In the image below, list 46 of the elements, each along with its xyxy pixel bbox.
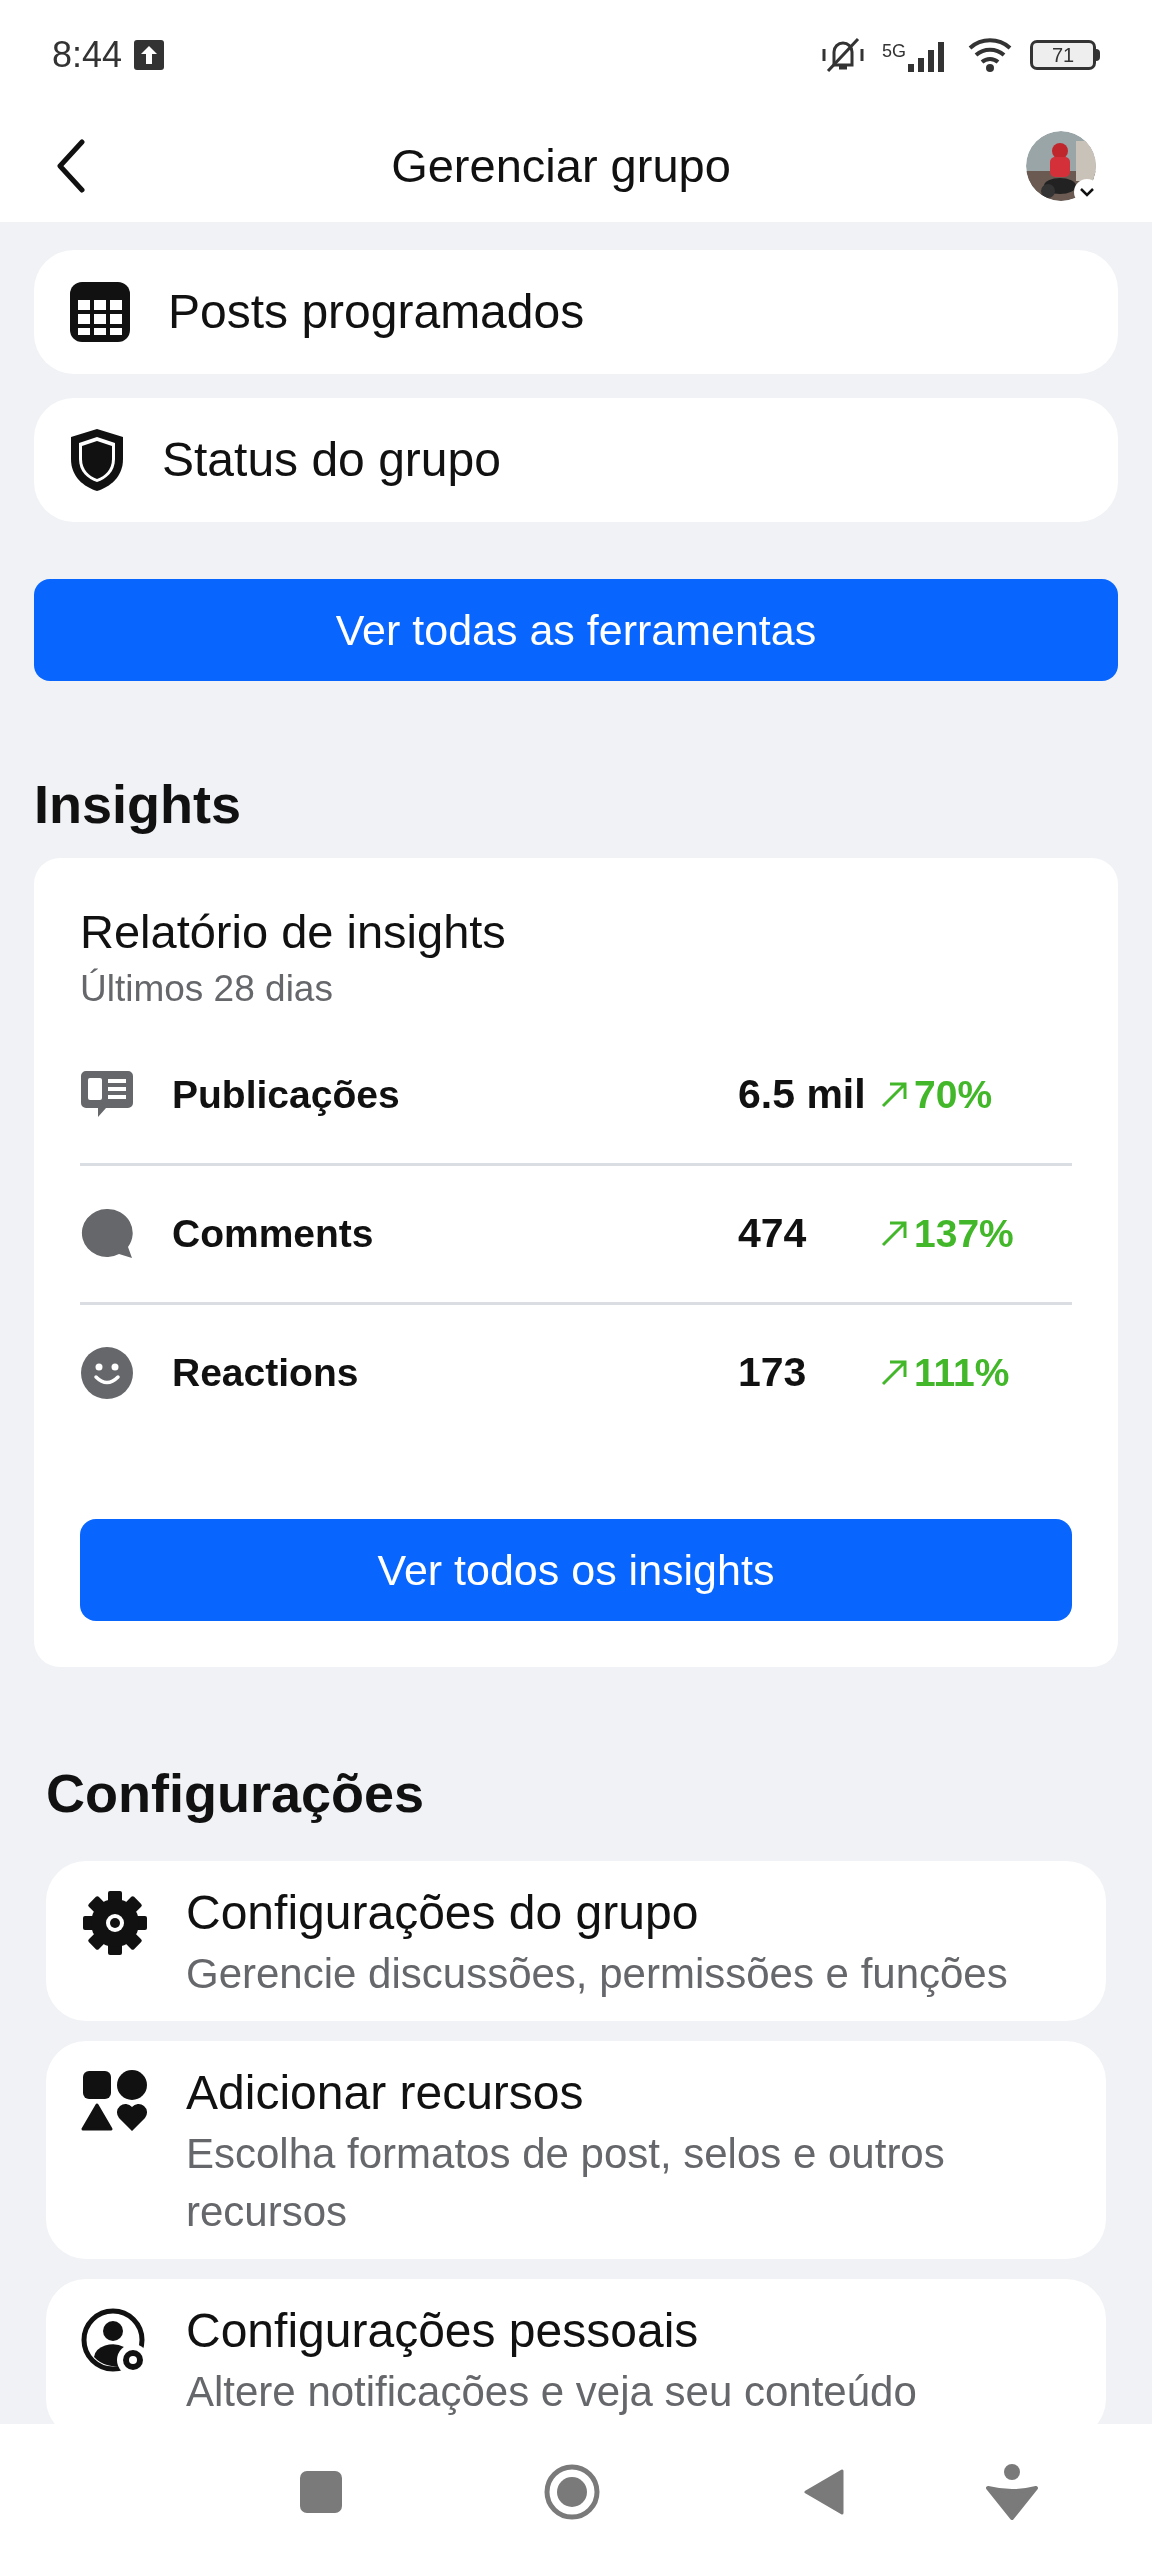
trend-up-arrow-icon xyxy=(880,1359,908,1387)
settings-title: Adicionar recursos xyxy=(186,2065,585,2121)
tool-row[interactable]: Posts programados xyxy=(34,250,1118,374)
card-title: Relatório de insights xyxy=(80,904,506,960)
status-time: 8:44 xyxy=(52,33,123,77)
calendar-grid-icon xyxy=(68,280,132,344)
shield-icon xyxy=(68,427,126,493)
period-label: Últimos 28 dias xyxy=(80,969,333,1009)
all-insights-button[interactable]: Ver todos os insights xyxy=(80,1519,1072,1621)
trend-up-arrow-icon xyxy=(880,1220,908,1248)
metric-change: 70% xyxy=(914,1071,993,1118)
tool-row[interactable]: Status do grupo xyxy=(34,398,1118,522)
section-heading: Insights xyxy=(34,773,241,836)
settings-title: Configurações pessoais xyxy=(186,2303,700,2359)
settings-subtitle: Altere notificações e veja seu conteúdo xyxy=(186,2367,918,2417)
back-nav-icon[interactable] xyxy=(804,2469,844,2515)
home-icon[interactable] xyxy=(544,2464,600,2520)
recent-apps-icon[interactable] xyxy=(300,2471,342,2513)
metric-change: 137% xyxy=(914,1210,1014,1257)
section-heading: Configurações xyxy=(46,1762,425,1825)
metric-value: 173 xyxy=(738,1348,808,1398)
metric-change: 111% xyxy=(914,1349,1010,1396)
metric-value: 6.5 mil xyxy=(738,1070,867,1120)
wifi-icon xyxy=(966,36,1014,74)
metric-label: Publicações xyxy=(172,1071,401,1118)
settings-row[interactable]: Adicionar recursos Escolha formatos de post, selos e outros recursos xyxy=(46,2041,1106,2259)
metric-value: 474 xyxy=(738,1209,808,1259)
metric-label: Comments xyxy=(172,1210,375,1257)
network-type: 5G xyxy=(882,40,906,63)
upload-icon xyxy=(134,40,165,70)
trend-up-arrow-icon xyxy=(880,1081,908,1109)
shapes-icon xyxy=(81,2069,149,2133)
battery-indicator: 71 xyxy=(1030,40,1100,70)
settings-subtitle: Gerencie discussões, permissões e funções xyxy=(186,1949,1009,1999)
settings-row[interactable]: Configurações pessoais Altere notificações e veja seu conteúdo xyxy=(46,2279,1106,2424)
all-tools-button[interactable]: Ver todas as ferramentas xyxy=(34,579,1118,681)
settings-subtitle: Escolha formatos de post, selos e outros recursos xyxy=(186,2129,946,2237)
accessibility-icon[interactable] xyxy=(986,2464,1038,2520)
gear-icon xyxy=(81,1889,149,1957)
settings-row[interactable]: Configurações do grupo Gerencie discussões, permissões e funções xyxy=(46,1861,1106,2021)
settings-title: Configurações do grupo xyxy=(186,1885,700,1941)
metric-label: Reactions xyxy=(172,1349,360,1396)
page-title: Gerenciar grupo xyxy=(391,137,731,194)
smiley-icon xyxy=(80,1346,134,1400)
muted-bell-icon xyxy=(820,35,866,75)
speech-bubble-icon xyxy=(80,1207,134,1261)
